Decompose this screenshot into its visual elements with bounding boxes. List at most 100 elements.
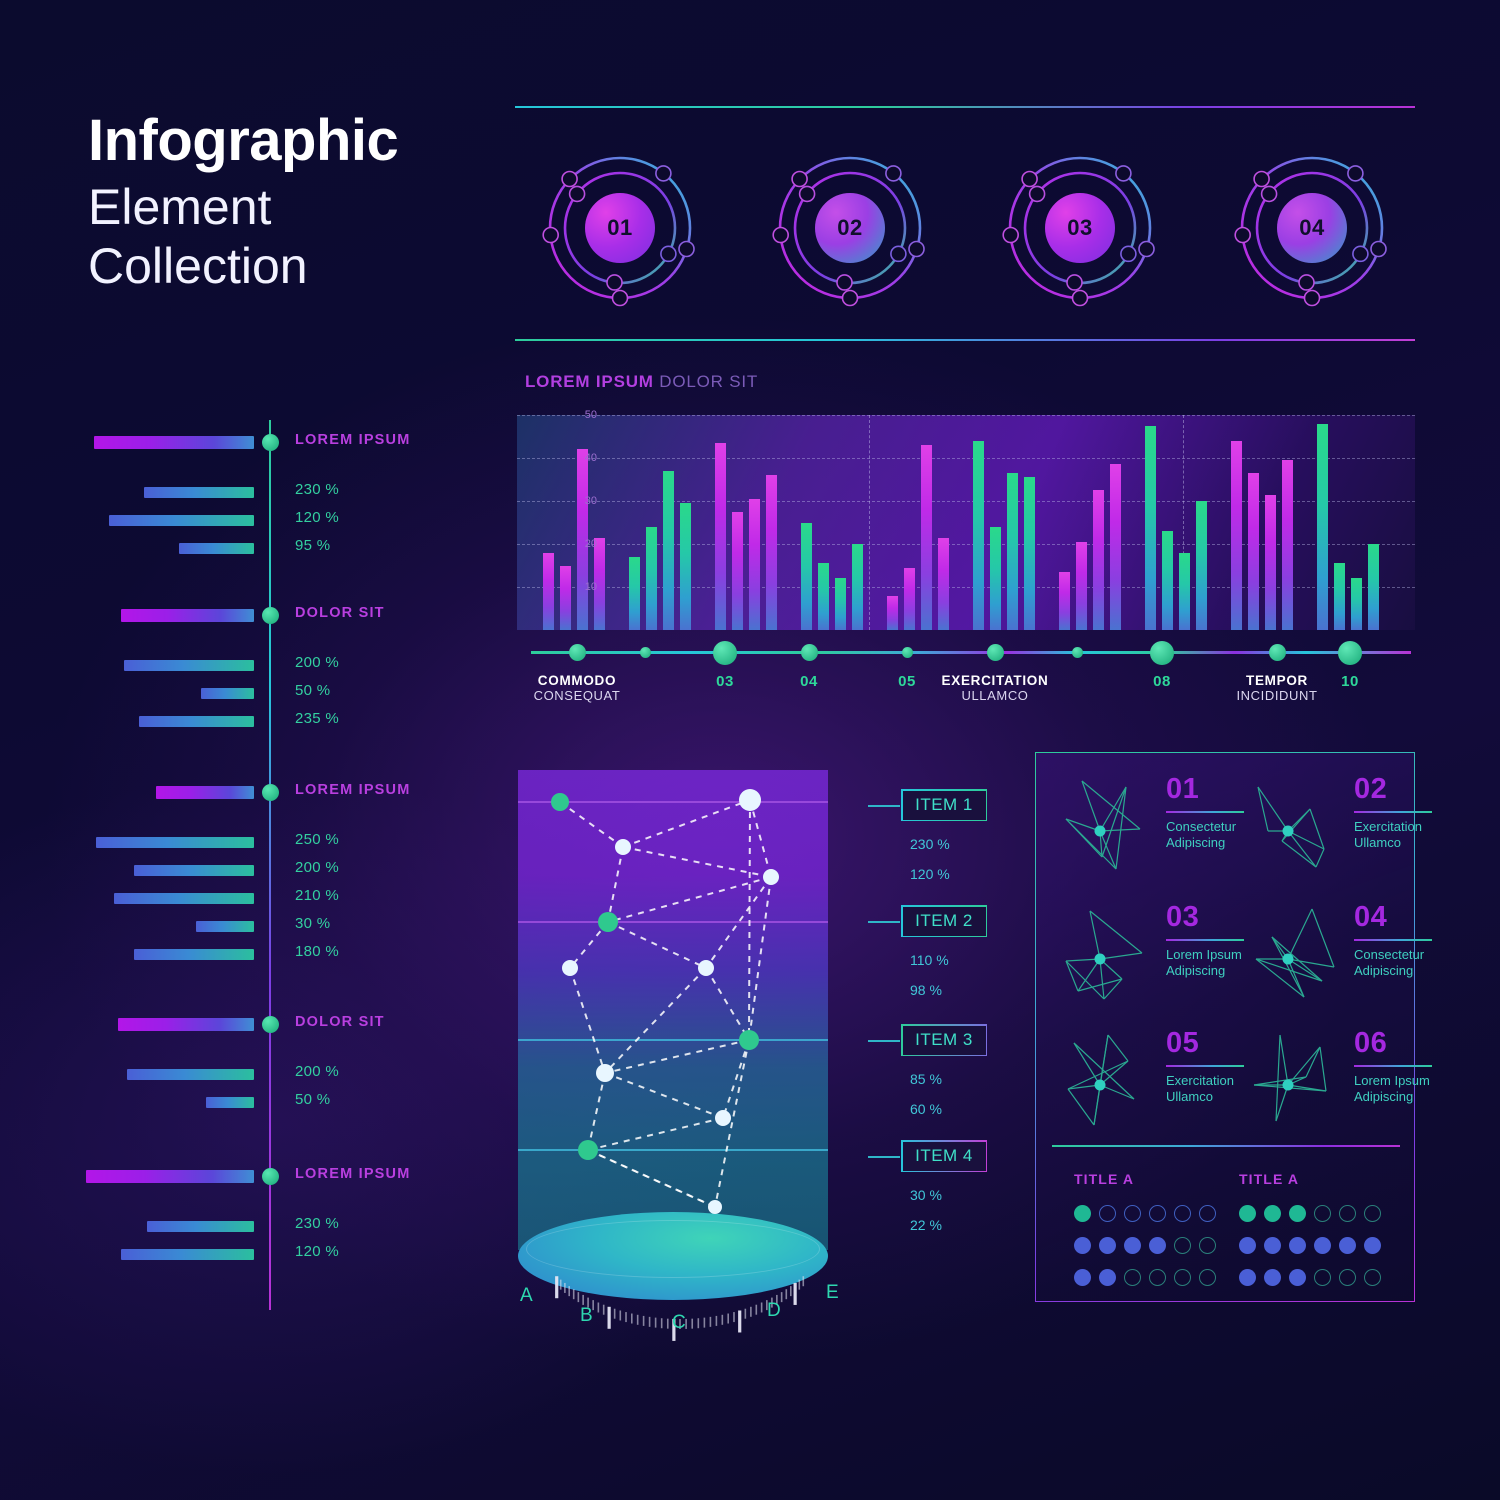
bar-g9-b2[interactable] [1248,473,1259,630]
constellation-node-9[interactable] [596,1064,614,1082]
timeline-row[interactable]: 235 % [90,710,430,739]
bar-g1-b2[interactable] [560,565,571,630]
bar-g10-b4[interactable] [1368,544,1379,630]
timeline-node-dot[interactable] [262,1168,279,1185]
bar-g9-b3[interactable] [1265,494,1276,630]
rating-row[interactable] [1074,1237,1216,1254]
chart-timeline-node-6[interactable] [986,644,1004,661]
chart-timeline-node-7[interactable] [1071,647,1083,658]
timeline-row[interactable]: 30 % [90,915,430,944]
bar-g3-b3[interactable] [749,498,760,630]
timeline-row[interactable]: 180 % [90,943,430,972]
constellation-node-6[interactable] [562,960,578,976]
bar-g8-b2[interactable] [1162,531,1173,630]
chart-timeline-node-3[interactable] [713,640,737,665]
atom-diagram-03[interactable]: 03 [995,143,1165,313]
timeline-node-dot[interactable] [262,784,279,801]
timeline-row[interactable]: 250 % [90,831,430,860]
bar-g4-b3[interactable] [835,578,846,630]
bar-g3-b4[interactable] [766,475,777,630]
bar-g8-b4[interactable] [1196,501,1207,630]
chart-timeline-node-8[interactable] [1150,640,1174,665]
rating-row[interactable] [1239,1237,1381,1254]
bar-g3-b2[interactable] [732,511,743,630]
timeline-row[interactable]: 120 % [90,509,430,538]
panel-cell-01[interactable]: 01 Consectetur Adipiscing [1058,771,1244,881]
bar-g4-b4[interactable] [852,544,863,630]
constellation-node-5[interactable] [598,912,618,932]
constellation-node-4[interactable] [763,869,779,885]
constellation-node-7[interactable] [698,960,714,976]
constellation-node-10[interactable] [715,1110,731,1126]
bar-g9-b4[interactable] [1282,460,1293,630]
item-box-4[interactable]: ITEM 4 [900,1139,988,1173]
timeline-group-header[interactable]: LOREM IPSUM [86,1166,430,1188]
bar-g5-b4[interactable] [938,537,949,630]
timeline-group-header[interactable]: DOLOR SIT [90,1014,430,1036]
bar-g7-b3[interactable] [1093,490,1104,630]
rating-row[interactable] [1239,1269,1381,1286]
timeline-row[interactable]: 200 % [90,1063,430,1092]
timeline-row[interactable]: 230 % [90,1215,430,1244]
bar-g7-b4[interactable] [1110,464,1121,630]
bar-g2-b3[interactable] [663,470,674,630]
timeline-group-header[interactable]: LOREM IPSUM [90,782,430,804]
bar-g2-b4[interactable] [680,503,691,630]
bar-g10-b2[interactable] [1334,563,1345,630]
panel-cell-06[interactable]: 06 Lorem Ipsum Adipiscing [1246,1025,1432,1135]
atom-diagram-01[interactable]: 01 [535,143,705,313]
chart-timeline-node-1[interactable] [568,644,586,661]
atom-diagram-04[interactable]: 04 [1227,143,1397,313]
timeline-group-header[interactable]: DOLOR SIT [90,605,430,627]
bar-g7-b2[interactable] [1076,541,1087,630]
panel-cell-02[interactable]: 02 Exercitation Ullamco [1246,771,1432,881]
bar-g6-b3[interactable] [1007,473,1018,630]
timeline-row[interactable]: 230 % [90,481,430,510]
chart-timeline-node-9[interactable] [1268,644,1286,661]
bar-g7-b1[interactable] [1059,571,1070,630]
item-box-2[interactable]: ITEM 2 [900,904,988,938]
bar-g4-b2[interactable] [818,563,829,630]
panel-cell-03[interactable]: 03 Lorem Ipsum Adipiscing [1058,899,1244,1009]
bar-g2-b2[interactable] [646,526,657,630]
bar-g2-b1[interactable] [629,556,640,630]
timeline-row[interactable]: 50 % [90,1091,430,1120]
bar-g1-b1[interactable] [543,552,554,630]
chart-timeline-node-10[interactable] [1338,640,1362,665]
timeline-node-dot[interactable] [262,607,279,624]
item-box-1[interactable]: ITEM 1 [900,788,988,822]
rating-row[interactable] [1074,1205,1216,1222]
timeline-row[interactable]: 50 % [90,682,430,711]
panel-cell-05[interactable]: 05 Exercitation Ullamco [1058,1025,1244,1135]
constellation-node-11[interactable] [578,1140,598,1160]
item-box-3[interactable]: ITEM 3 [900,1023,988,1057]
bar-g5-b2[interactable] [904,567,915,630]
bar-g8-b1[interactable] [1145,425,1156,630]
bar-g6-b4[interactable] [1024,477,1035,630]
bar-g6-b2[interactable] [990,526,1001,630]
rating-row[interactable] [1239,1205,1381,1222]
chart-timeline-node-5[interactable] [901,647,913,658]
constellation-node-1[interactable] [551,793,569,811]
timeline-group-header[interactable]: LOREM IPSUM [90,432,430,454]
chart-timeline-node-4[interactable] [800,644,818,661]
bar-g9-b1[interactable] [1231,440,1242,630]
panel-cell-04[interactable]: 04 Consectetur Adipiscing [1246,899,1432,1009]
atom-diagram-02[interactable]: 02 [765,143,935,313]
constellation-node-2[interactable] [739,789,761,811]
constellation-node-3[interactable] [615,839,631,855]
bar-g10-b1[interactable] [1317,423,1328,630]
bar-g6-b1[interactable] [973,440,984,630]
constellation-node-12[interactable] [708,1200,722,1214]
timeline-row[interactable]: 95 % [90,537,430,566]
timeline-row[interactable]: 200 % [90,859,430,888]
timeline-node-dot[interactable] [262,434,279,451]
bar-g5-b3[interactable] [921,445,932,630]
constellation-node-8[interactable] [739,1030,759,1050]
timeline-row[interactable]: 200 % [90,654,430,683]
rating-row[interactable] [1074,1269,1216,1286]
bar-g8-b3[interactable] [1179,552,1190,630]
bar-g5-b1[interactable] [887,595,898,630]
timeline-row[interactable]: 210 % [90,887,430,916]
timeline-row[interactable]: 120 % [90,1243,430,1272]
